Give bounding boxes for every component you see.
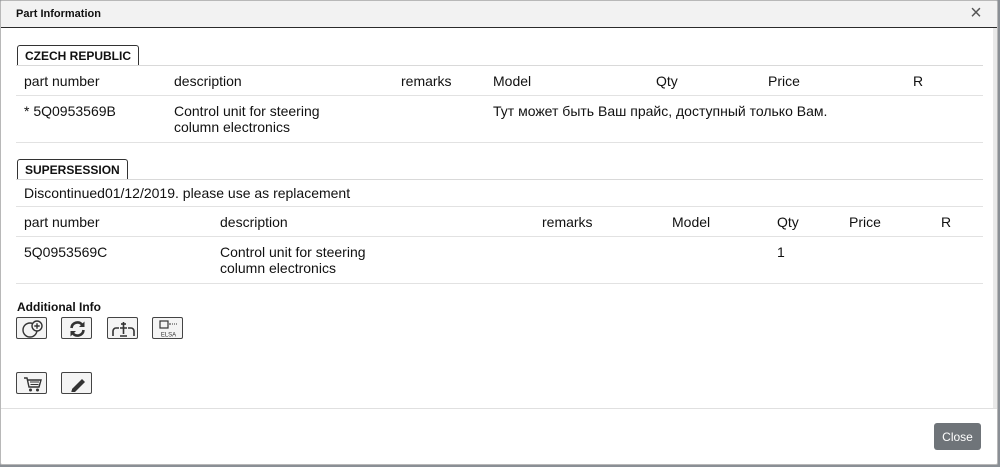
section-tab-supersession: SUPERSESSION bbox=[17, 159, 128, 179]
footer-divider bbox=[1, 408, 997, 409]
description-line: column electronics bbox=[220, 260, 336, 276]
supersession-note: Discontinued01/12/2019. please use as re… bbox=[16, 180, 983, 207]
column-header-description: description bbox=[166, 66, 393, 96]
close-icon[interactable]: × bbox=[966, 3, 986, 23]
table-row: * 5Q0953569B Control unit for steering c… bbox=[16, 95, 983, 143]
column-header-r: R bbox=[933, 207, 983, 237]
table-row: 5Q0953569C Control unit for steering col… bbox=[16, 236, 983, 284]
part-information-dialog: Part Information × CZECH REPUBLIC part n… bbox=[0, 0, 998, 465]
column-header-part-number: part number bbox=[16, 66, 166, 96]
model-cell bbox=[664, 236, 769, 284]
column-header-description: description bbox=[212, 207, 534, 237]
price-cell bbox=[841, 236, 933, 284]
column-header-remarks: remarks bbox=[393, 66, 485, 96]
add-circle-icon[interactable] bbox=[16, 317, 47, 339]
refresh-icon[interactable] bbox=[61, 317, 93, 339]
table-header-row: part number description remarks Model Qt… bbox=[16, 66, 983, 96]
section-tab-region: CZECH REPUBLIC bbox=[17, 45, 140, 65]
parts-table: part number description remarks Model Qt… bbox=[16, 66, 983, 143]
column-header-qty: Qty bbox=[769, 207, 841, 237]
elsa-icon[interactable]: ELSA bbox=[152, 317, 184, 339]
dialog-title: Part Information bbox=[16, 8, 101, 20]
additional-info-toolbar: ELSA bbox=[16, 317, 983, 341]
description-line: Control unit for steering bbox=[174, 103, 320, 119]
column-header-qty: Qty bbox=[648, 66, 760, 96]
description-line: column electronics bbox=[174, 119, 290, 135]
column-header-model: Model bbox=[664, 207, 769, 237]
remarks-cell bbox=[393, 95, 485, 143]
close-button[interactable]: Close bbox=[934, 423, 981, 450]
actions-toolbar bbox=[16, 372, 983, 396]
column-header-price: Price bbox=[841, 207, 933, 237]
part-number-cell: 5Q0953569C bbox=[16, 236, 212, 284]
pencil-icon[interactable] bbox=[61, 372, 93, 394]
column-header-part-number: part number bbox=[16, 207, 212, 237]
r-cell bbox=[933, 236, 983, 284]
column-header-remarks: remarks bbox=[534, 207, 664, 237]
tools-icon[interactable] bbox=[106, 317, 138, 339]
column-header-price: Price bbox=[760, 66, 905, 96]
column-header-r: R bbox=[905, 66, 983, 96]
qty-cell: 1 bbox=[769, 236, 841, 284]
description-cell: Control unit for steering column electro… bbox=[166, 95, 393, 143]
column-header-model: Model bbox=[485, 66, 648, 96]
remarks-cell bbox=[534, 236, 664, 284]
additional-info-title: Additional Info bbox=[17, 300, 101, 314]
table-header-row: part number description remarks Model Qt… bbox=[16, 207, 983, 237]
price-message-cell: Тут может быть Ваш прайс, доступный толь… bbox=[485, 95, 983, 143]
elsa-label: ELSA bbox=[161, 333, 176, 339]
scrollbar[interactable] bbox=[993, 28, 997, 408]
part-number-cell: * 5Q0953569B bbox=[16, 95, 166, 143]
supersession-table: part number description remarks Model Qt… bbox=[16, 207, 983, 284]
description-cell: Control unit for steering column electro… bbox=[212, 236, 534, 284]
dialog-content: CZECH REPUBLIC part number description r… bbox=[16, 45, 983, 407]
dialog-titlebar: Part Information × bbox=[1, 1, 997, 28]
cart-icon[interactable] bbox=[16, 372, 47, 394]
description-line: Control unit for steering bbox=[220, 244, 366, 260]
